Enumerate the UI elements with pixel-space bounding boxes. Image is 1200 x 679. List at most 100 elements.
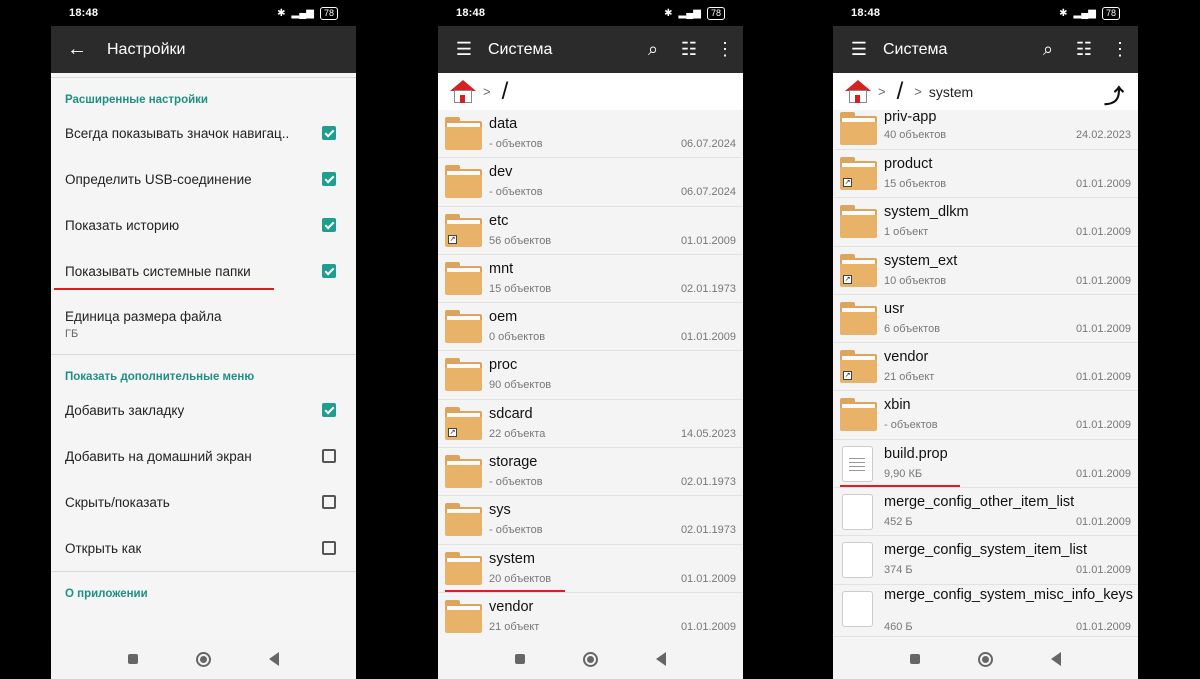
checkbox-unchecked[interactable] [322,495,336,509]
list-item[interactable]: priv-app 40 объектов 24.02.2023 [833,110,1138,150]
file-name: etc [489,212,509,229]
menu-icon[interactable]: ☰ [841,26,877,73]
page-title: Настройки [107,40,186,58]
list-item[interactable]: vendor 21 объект 01.01.2009 [438,592,743,639]
file-name: sdcard [489,405,533,422]
system-nav-bar [51,639,356,679]
shortcut-arrow-icon: ↗ [843,178,852,187]
breadcrumb: > / > system ⤴ [833,73,1138,110]
list-item[interactable]: ↗ sdcard 22 объекта 14.05.2023 [438,399,743,449]
list-item[interactable]: ↗ vendor 21 объект 01.01.2009 [833,343,1138,392]
file-date: 01.01.2009 [1075,371,1131,384]
list-item[interactable]: ↗ etc 56 объектов 01.01.2009 [438,206,743,255]
list-item[interactable]: merge_config_system_item_list 374 Б 01.01.… [833,536,1138,585]
search-icon[interactable]: ⌕ [1030,26,1066,73]
home-icon[interactable] [845,79,871,104]
file-date: 02.01.1973 [680,282,736,295]
shortcut-arrow-icon: ↗ [843,274,852,284]
file-name: product [884,156,933,172]
home-button[interactable] [583,651,598,667]
folder-icon [840,112,877,145]
file-date: 14.05.2023 [680,427,736,440]
list-item[interactable]: dev - объектов 06.07.2024 [438,158,743,207]
back-button[interactable] [1051,652,1061,666]
checkbox-checked[interactable] [322,264,336,278]
checkbox-unchecked[interactable] [322,449,336,463]
signal-icon: ▂▄▆ [678,7,701,19]
list-item[interactable]: ↗ product 15 объектов 01.01.2009 [833,150,1138,199]
folder-icon [840,301,877,335]
list-item[interactable]: xbin - объектов 01.01.2009 [833,391,1138,440]
list-item[interactable]: usr 6 объектов 01.01.2009 [833,294,1138,344]
setting-open-as[interactable]: Открыть как [51,525,356,571]
folder-icon: ↗ [840,350,877,384]
list-item[interactable]: system 20 объектов 01.01.2009 [438,544,743,593]
checkbox-checked[interactable] [322,403,336,417]
breadcrumb-system[interactable]: system [929,84,973,100]
file-date: 01.01.2009 [680,234,736,247]
folder-icon [445,117,482,150]
list-item[interactable]: ↗ system_ext 10 объектов 01.01.2009 [833,246,1138,295]
home-button[interactable] [978,651,993,667]
app-bar: ☰ Система ⌕ ☷ ⋮ [438,26,743,73]
folder-up-icon[interactable]: ⤴ [1104,80,1124,109]
list-item[interactable]: data - объектов 06.07.2024 [438,110,743,159]
home-icon[interactable] [450,79,476,104]
setting-size-unit[interactable]: Единица размера файла ГБ [51,294,356,354]
setting-hide-show[interactable]: Скрыть/показать [51,479,356,525]
checkbox-checked[interactable] [322,172,336,186]
file-name: proc [489,357,518,374]
filter-sliders-icon[interactable]: ☷ [671,26,707,73]
checkbox-checked[interactable] [322,218,336,232]
setting-bookmark[interactable]: Добавить закладку [51,387,356,433]
signal-icon: ▂▄▆ [291,7,314,19]
setting-homescreen[interactable]: Добавить на домашний экран [51,433,356,479]
list-item[interactable]: merge_config_system_misc_info_keys 460 Б 0… [833,584,1138,637]
filter-sliders-icon[interactable]: ☷ [1066,26,1102,73]
checkbox-checked[interactable] [322,126,336,140]
more-vert-icon[interactable]: ⋮ [707,26,743,73]
menu-icon[interactable]: ☰ [446,26,482,73]
highlight-underline [445,589,565,592]
file-name: sys [489,502,511,519]
file-date: 01.01.2009 [1075,226,1131,239]
list-item[interactable]: system_dlkm 1 объект 01.01.2009 [833,198,1138,247]
list-item[interactable]: mnt 15 объектов 02.01.1973 [438,254,743,304]
folder-icon [445,455,482,489]
list-item[interactable]: proc 90 объектов [438,351,743,400]
file-name: merge_config_system_misc_info_keys [884,586,1134,603]
recents-button[interactable] [128,654,138,664]
home-button[interactable] [196,651,211,667]
setting-nav-icon[interactable]: Всегда показывать значок навигац.. [51,110,356,156]
setting-history[interactable]: Показать историю [51,202,356,248]
chevron-right-icon: > [914,84,922,99]
breadcrumb-root[interactable]: / [502,78,509,106]
recents-button[interactable] [910,654,920,664]
file-meta: 460 Б [884,620,913,633]
search-icon[interactable]: ⌕ [635,26,671,73]
setting-usb[interactable]: Определить USB-соединение [51,156,356,202]
folder-icon: ↗ [445,406,482,440]
list-item[interactable]: sys - объектов 02.01.1973 [438,496,743,545]
file-list: data - объектов 06.07.2024 dev - объектов 06.… [438,110,743,639]
breadcrumb-root[interactable]: / [897,78,904,106]
settings-screen: 18:48 ✱ ▂▄▆ 78 ← Настройки Расширенные н… [51,0,356,679]
checkbox-unchecked[interactable] [322,541,336,555]
setting-system-folders[interactable]: Показывать системные папки [51,248,356,294]
list-item[interactable]: build.prop 9,90 КБ 01.01.2009 [833,439,1138,489]
file-icon [842,445,873,482]
back-button[interactable] [269,652,279,666]
chevron-right-icon: > [483,84,491,99]
list-item[interactable]: oem 0 объектов 01.01.2009 [438,303,743,352]
back-button[interactable] [656,652,666,666]
back-arrow-icon[interactable]: ← [59,26,95,73]
battery-icon: 78 [319,6,338,20]
list-item[interactable]: storage - объектов 02.01.1973 [438,448,743,497]
list-item[interactable]: merge_config_other_item_list 452 Б 01.01.2… [833,488,1138,537]
recents-button[interactable] [515,654,525,664]
file-meta: 1 объект [884,226,929,239]
file-date: 01.01.2009 [680,331,736,344]
file-meta: 6 объектов [884,322,941,335]
folder-icon [445,551,482,585]
more-vert-icon[interactable]: ⋮ [1102,26,1138,73]
